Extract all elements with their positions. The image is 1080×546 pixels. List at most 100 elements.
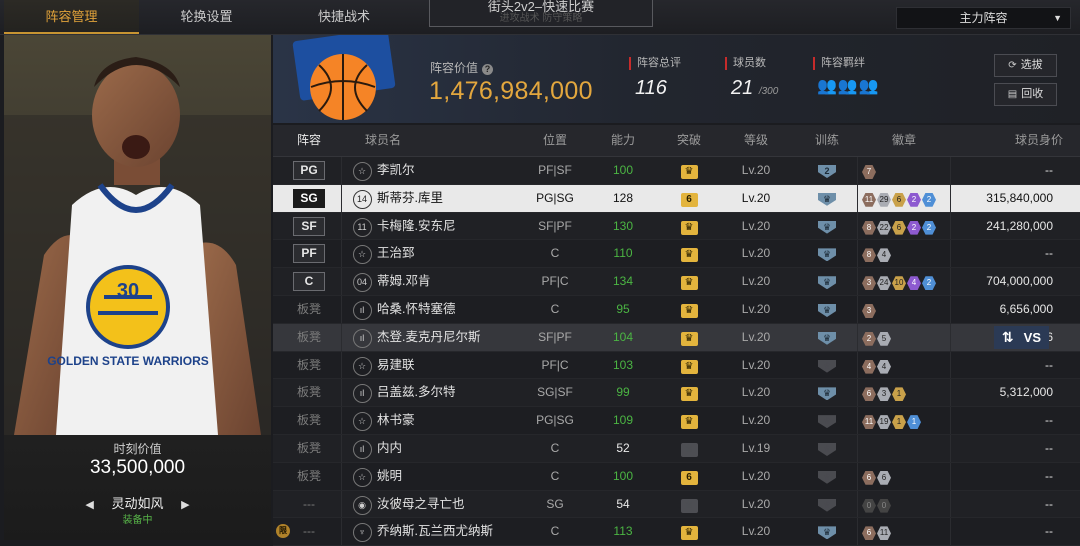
player-name[interactable]: 杰登.麦克丹尼尔斯 (377, 324, 527, 351)
role-cell[interactable]: 板凳 (290, 379, 328, 406)
badge-hex-icon[interactable]: 4 (877, 248, 891, 263)
lineup-select[interactable]: 主力阵容 ▼ (896, 7, 1071, 29)
role-cell[interactable]: --- (290, 491, 328, 518)
scout-button[interactable]: ⟳ 选拔 (994, 54, 1057, 77)
badge-hex-icon[interactable]: 6 (862, 526, 876, 541)
badge-hex-icon[interactable]: 8 (862, 220, 876, 235)
player-name[interactable]: 哈桑.怀特塞德 (377, 296, 527, 323)
badges-cell[interactable]: 25 (862, 324, 942, 351)
badges-cell[interactable]: 44 (862, 352, 942, 379)
badge-hex-icon[interactable]: 6 (862, 387, 876, 402)
bond-people-icon[interactable]: 👥 (817, 76, 837, 96)
badge-hex-icon[interactable]: 6 (877, 470, 891, 485)
table-row[interactable]: PG ☆ 李凯尔 PF|SF 100 ♛ Lv.20 2 7 -- (273, 157, 1080, 185)
badge-hex-icon[interactable]: 0 (862, 498, 876, 513)
training-cell[interactable]: ♛ (811, 435, 843, 462)
badge-hex-icon[interactable]: 2 (922, 276, 936, 291)
tab-rotation-settings[interactable]: 轮换设置 (139, 0, 274, 34)
badge-hex-icon[interactable]: 2 (922, 192, 936, 207)
breakthrough-cell[interactable]: ♛ (671, 213, 707, 240)
training-cell[interactable]: ♛ (811, 324, 843, 351)
badges-cell[interactable] (862, 435, 942, 462)
badges-cell[interactable]: 3 24 10 4 2 (862, 268, 942, 295)
table-row[interactable]: --- ◉ 汝彼母之寻亡也 SG 54 ♛ Lv.20 ♛ 00 -- (273, 490, 1080, 519)
player-name[interactable]: 王治郅 (377, 240, 527, 267)
col-breakthrough[interactable]: 突破 (671, 125, 707, 156)
breakthrough-cell[interactable]: 6 (671, 463, 707, 490)
help-icon[interactable]: ? (482, 64, 494, 75)
breakthrough-cell[interactable]: ♛ (671, 157, 707, 184)
vs-label[interactable]: VS (1024, 330, 1041, 345)
breakthrough-cell[interactable]: ♛ (671, 518, 707, 545)
badge-hex-icon[interactable]: 2 (922, 220, 936, 235)
player-name[interactable]: 乔纳斯.瓦兰西尤纳斯 (377, 518, 527, 545)
badge-hex-icon[interactable]: 1 (907, 415, 921, 430)
badge-hex-icon[interactable]: 7 (862, 165, 876, 179)
breakthrough-cell[interactable]: ♛ (671, 435, 707, 462)
table-row[interactable]: SF 11 卡梅隆.安东尼 SF|PF 130 ♛ Lv.20 ♛ 8 22 6 2 2… (273, 212, 1080, 241)
badge-hex-icon[interactable]: 10 (892, 276, 906, 291)
table-row[interactable]: SG 14 斯蒂芬.库里 PG|SG 128 6 Lv.20 ♛ 11 29 6 2 2… (273, 184, 1080, 213)
badge-hex-icon[interactable]: 4 (877, 359, 891, 374)
badge-hex-icon[interactable]: 2 (907, 220, 921, 235)
table-row[interactable]: 板凳 ☆ 林书豪 PG|SG 109 ♛ Lv.20 ♛ 11 19 1 1 -- (273, 407, 1080, 435)
table-row[interactable]: 限 --- ♆ 乔纳斯.瓦兰西尤纳斯 C 113 ♛ Lv.20 ♛ 6 11 -… (273, 518, 1080, 546)
breakthrough-cell[interactable]: ♛ (671, 296, 707, 323)
recycle-button[interactable]: ▤ 回收 (994, 83, 1057, 106)
table-row[interactable]: 板凳 ıl 哈桑.怀特塞德 C 95 ♛ Lv.20 ♛ 3 6,656,000 (273, 295, 1080, 324)
badges-cell[interactable]: 6 11 (862, 518, 942, 545)
training-cell[interactable]: ♛ (811, 463, 843, 490)
col-ability[interactable]: 能力 (597, 125, 649, 156)
badge-hex-icon[interactable]: 4 (907, 276, 921, 291)
breakthrough-cell[interactable]: 6 (671, 185, 707, 212)
breakthrough-cell[interactable]: ♛ (671, 407, 707, 434)
col-training[interactable]: 训练 (811, 125, 843, 156)
badge-hex-icon[interactable]: 1 (892, 415, 906, 430)
badges-cell[interactable]: 8 22 6 2 2 (862, 213, 942, 240)
badge-hex-icon[interactable]: 3 (862, 303, 876, 318)
player-name[interactable]: 汝彼母之寻亡也 (377, 491, 527, 518)
badge-hex-icon[interactable]: 19 (877, 415, 891, 430)
training-cell[interactable]: ♛ (811, 379, 843, 406)
badges-cell[interactable]: 631 (862, 379, 942, 406)
role-cell[interactable]: 板凳 (290, 296, 328, 323)
swap-icon[interactable]: ⇅ (1002, 329, 1014, 345)
badge-hex-icon[interactable]: 2 (862, 331, 876, 346)
bond-people-blue-icon[interactable]: 👥 (859, 76, 879, 96)
player-name[interactable]: 斯蒂芬.库里 (377, 185, 527, 212)
col-badges[interactable]: 徽章 (884, 125, 924, 156)
table-row[interactable]: 板凳 ıl 杰登.麦克丹尼尔斯 SF|PF 104 ♛ Lv.20 ♛ 25 6… (273, 323, 1080, 352)
breakthrough-cell[interactable]: ♛ (671, 240, 707, 267)
tab-lineup-management[interactable]: 阵容管理 (4, 0, 139, 34)
next-skill-arrow-icon[interactable]: ▶ (181, 498, 189, 511)
role-cell[interactable]: 板凳 (290, 324, 328, 351)
badge-hex-icon[interactable]: 6 (892, 192, 906, 207)
role-cell[interactable]: 板凳 (290, 435, 328, 462)
player-name[interactable]: 内内 (377, 435, 527, 462)
player-name[interactable]: 卡梅隆.安东尼 (377, 213, 527, 240)
badge-hex-icon[interactable]: 3 (877, 387, 891, 402)
badge-hex-icon[interactable]: 22 (877, 220, 891, 235)
table-row[interactable]: 板凳 ☆ 姚明 C 100 6 Lv.20 ♛ 66 -- (273, 462, 1080, 491)
badge-hex-icon[interactable]: 3 (862, 276, 876, 291)
training-cell[interactable]: ♛ (811, 213, 843, 240)
training-cell[interactable]: ♛ (811, 296, 843, 323)
role-cell[interactable]: SG (290, 185, 328, 212)
training-cell[interactable]: 2 (811, 157, 843, 184)
training-cell[interactable]: ♛ (811, 407, 843, 434)
breakthrough-cell[interactable]: ♛ (671, 491, 707, 518)
role-cell[interactable]: C (290, 268, 328, 295)
badge-hex-icon[interactable]: 4 (862, 359, 876, 374)
player-name[interactable]: 蒂姆.邓肯 (377, 268, 527, 295)
badge-hex-icon[interactable]: 24 (877, 276, 891, 291)
role-cell[interactable]: PG (290, 157, 328, 184)
breakthrough-cell[interactable]: ♛ (671, 268, 707, 295)
role-cell[interactable]: --- (290, 518, 328, 545)
training-cell[interactable]: ♛ (811, 491, 843, 518)
badge-hex-icon[interactable]: 11 (862, 192, 876, 207)
game-mode-banner[interactable]: 街头2v2–快速比赛 进攻战术 防守策略 (429, 0, 653, 27)
badge-hex-icon[interactable]: 6 (892, 220, 906, 235)
breakthrough-cell[interactable]: ♛ (671, 379, 707, 406)
badge-hex-icon[interactable]: 5 (877, 331, 891, 346)
swap-vs-button[interactable]: ⇅ VS (993, 325, 1049, 349)
